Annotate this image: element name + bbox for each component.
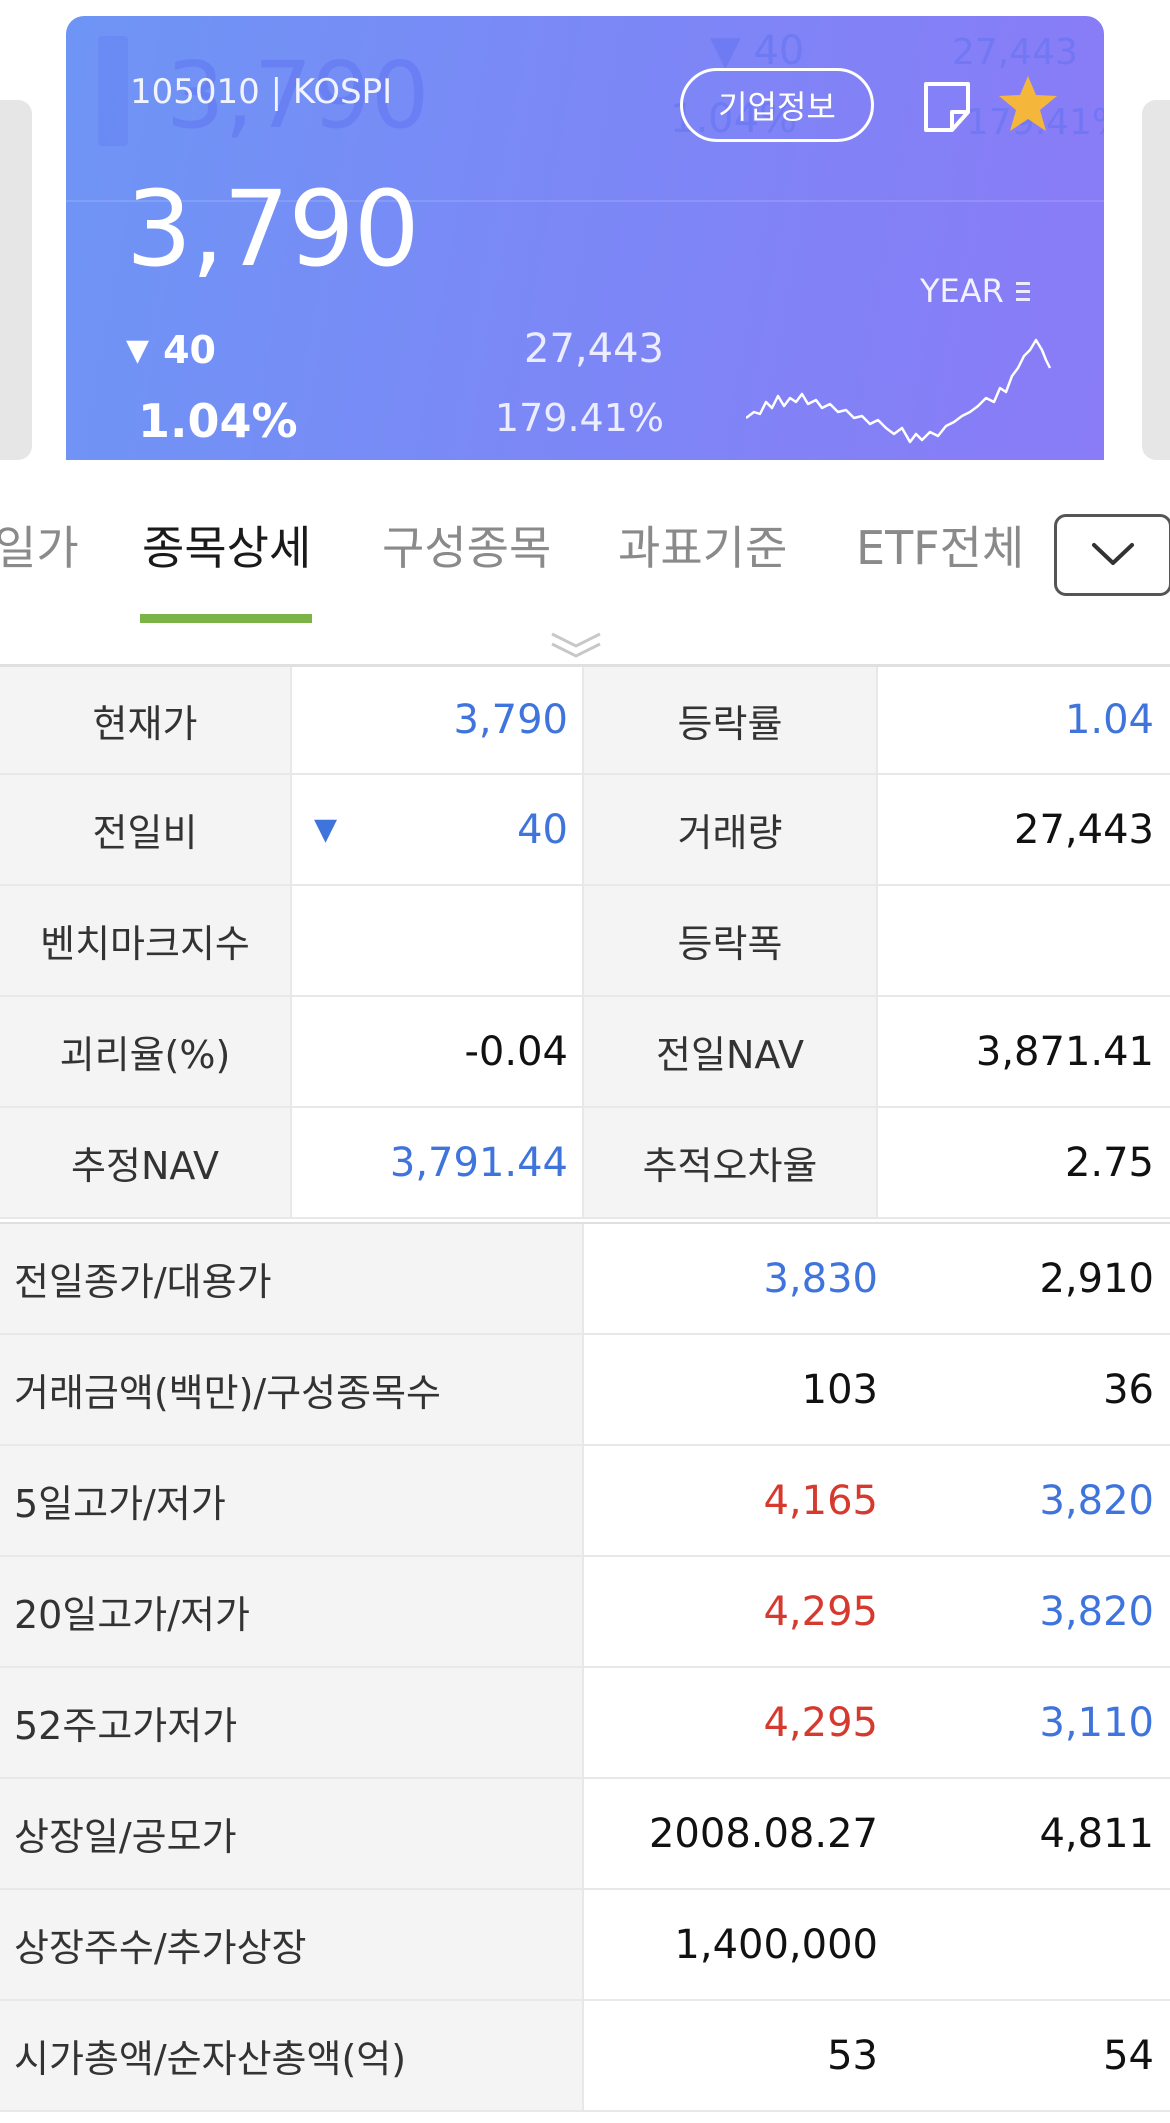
- tab-components[interactable]: 구성종목: [382, 512, 551, 578]
- down-triangle-icon: ▼: [314, 812, 338, 847]
- stock-summary-card[interactable]: 3,790 ▼ 40 27,443 1.04% 179.41% 105010 |…: [66, 16, 1104, 460]
- list-label: 전일종가/대용가: [0, 1224, 584, 1333]
- list-item: 시가총액/순자산총액(억) 53 54: [0, 2001, 1170, 2112]
- value-current-price: 3,790: [292, 667, 584, 773]
- volume-rate: 179.41%: [494, 396, 664, 440]
- favorite-star-icon[interactable]: [996, 72, 1060, 136]
- table-row: 추정NAV 3,791.44 추적오차율 2.75: [0, 1108, 1170, 1219]
- next-card-peek[interactable]: [1142, 100, 1170, 460]
- table-row: 현재가 3,790 등락률 1.04: [0, 664, 1170, 775]
- label-prev-diff: 전일비: [0, 775, 292, 884]
- detail-grid: 현재가 3,790 등락률 1.04 전일비 ▼ 40 거래량 27,443 벤…: [0, 664, 1170, 1219]
- label-prev-nav: 전일NAV: [584, 997, 878, 1106]
- period-label: YEAR: [920, 272, 1004, 310]
- list-item: 52주고가저가 4,295 3,110: [0, 1668, 1170, 1779]
- list-label: 5일고가/저가: [0, 1446, 584, 1555]
- list-value-2: 54: [1103, 2032, 1154, 2079]
- list-label: 시가총액/순자산총액(억): [0, 2001, 584, 2110]
- label-est-nav: 추정NAV: [0, 1108, 292, 1217]
- label-change-rate: 등락률: [584, 667, 878, 773]
- price-change: ▼ 40: [126, 328, 216, 372]
- memo-icon[interactable]: [916, 76, 978, 138]
- ghost-decoration: [98, 36, 128, 146]
- list-value-1: 3,830: [763, 1255, 878, 1302]
- tab-stock-detail[interactable]: 종목상세: [142, 512, 311, 578]
- list-item: 전일종가/대용가 3,830 2,910: [0, 1224, 1170, 1335]
- down-triangle-icon: ▼: [126, 332, 150, 368]
- table-row: 벤치마크지수 등락폭: [0, 886, 1170, 997]
- list-item: 상장주수/추가상장 1,400,000: [0, 1890, 1170, 2001]
- menu-icon: [1015, 281, 1030, 301]
- list-label: 상장주수/추가상장: [0, 1890, 584, 1999]
- list-value-1: 4,165: [763, 1477, 878, 1524]
- active-tab-indicator: [140, 614, 312, 623]
- value-volume: 27,443: [878, 775, 1170, 884]
- list-value-2: 36: [1103, 1366, 1154, 1413]
- list-value-1: 4,295: [763, 1588, 878, 1635]
- list-item: 상장일/공모가 2008.08.27 4,811: [0, 1779, 1170, 1890]
- chevron-down-icon: [1092, 543, 1134, 565]
- label-disparity: 괴리율(%): [0, 997, 292, 1106]
- collapse-chevrons-icon[interactable]: [548, 628, 604, 662]
- list-label: 거래금액(백만)/구성종목수: [0, 1335, 584, 1444]
- list-value-2: 3,820: [1039, 1477, 1154, 1524]
- list-value-2: [878, 1890, 1170, 1999]
- value-prev-diff: ▼ 40: [292, 775, 584, 884]
- list-value-1: 103: [801, 1366, 878, 1413]
- label-benchmark: 벤치마크지수: [0, 886, 292, 995]
- tab-tax-basis[interactable]: 과표기준: [618, 512, 787, 578]
- label-change-width: 등락폭: [584, 886, 878, 995]
- list-item: 거래금액(백만)/구성종목수 103 36: [0, 1335, 1170, 1446]
- ghost-volume: 27,443: [952, 32, 1078, 73]
- volume: 27,443: [524, 326, 664, 372]
- list-value-1: 4,295: [763, 1699, 878, 1746]
- value-benchmark: [292, 886, 584, 995]
- value-disparity: -0.04: [292, 997, 584, 1106]
- value-change-width: [878, 886, 1170, 995]
- list-value-2: 3,820: [1039, 1588, 1154, 1635]
- previous-card-peek[interactable]: [0, 100, 32, 460]
- value-prev-nav: 3,871.41: [878, 997, 1170, 1106]
- list-item: 20일고가/저가 4,295 3,820: [0, 1557, 1170, 1668]
- tab-bar: 일가 종목상세 구성종목 과표기준 ETF전체: [0, 460, 1170, 628]
- list-label: 52주고가저가: [0, 1668, 584, 1777]
- list-value-2: 4,811: [1039, 1810, 1154, 1857]
- tab-etf-all[interactable]: ETF전체: [856, 512, 1024, 578]
- list-item: 5일고가/저가 4,165 3,820: [0, 1446, 1170, 1557]
- current-price: 3,790: [126, 168, 420, 290]
- company-info-button[interactable]: 기업정보: [680, 68, 874, 142]
- change-rate: 1.04%: [138, 394, 298, 448]
- label-tracking-error: 추적오차율: [584, 1108, 878, 1217]
- price-sparkline: [746, 338, 1052, 444]
- period-selector[interactable]: YEAR: [920, 272, 1030, 310]
- list-value-2: 3,110: [1039, 1699, 1154, 1746]
- list-value-1: 2008.08.27: [648, 1810, 878, 1857]
- table-row: 전일비 ▼ 40 거래량 27,443: [0, 775, 1170, 886]
- list-value-2: 2,910: [1039, 1255, 1154, 1302]
- list-label: 상장일/공모가: [0, 1779, 584, 1888]
- value-tracking-error: 2.75: [878, 1108, 1170, 1217]
- label-volume: 거래량: [584, 775, 878, 884]
- tab-daily-price[interactable]: 일가: [0, 512, 79, 578]
- stock-code-market: 105010 | KOSPI: [130, 72, 393, 112]
- value-est-nav: 3,791.44: [292, 1108, 584, 1217]
- label-current-price: 현재가: [0, 667, 292, 773]
- list-value-1: 1,400,000: [674, 1921, 878, 1968]
- change-value: 40: [163, 328, 216, 372]
- list-label: 20일고가/저가: [0, 1557, 584, 1666]
- tab-dropdown-button[interactable]: [1054, 514, 1170, 596]
- value-change-rate: 1.04: [878, 667, 1170, 773]
- table-row: 괴리율(%) -0.04 전일NAV 3,871.41: [0, 997, 1170, 1108]
- detail-list: 전일종가/대용가 3,830 2,910 거래금액(백만)/구성종목수 103 …: [0, 1222, 1170, 2112]
- list-value-1: 53: [827, 2032, 878, 2079]
